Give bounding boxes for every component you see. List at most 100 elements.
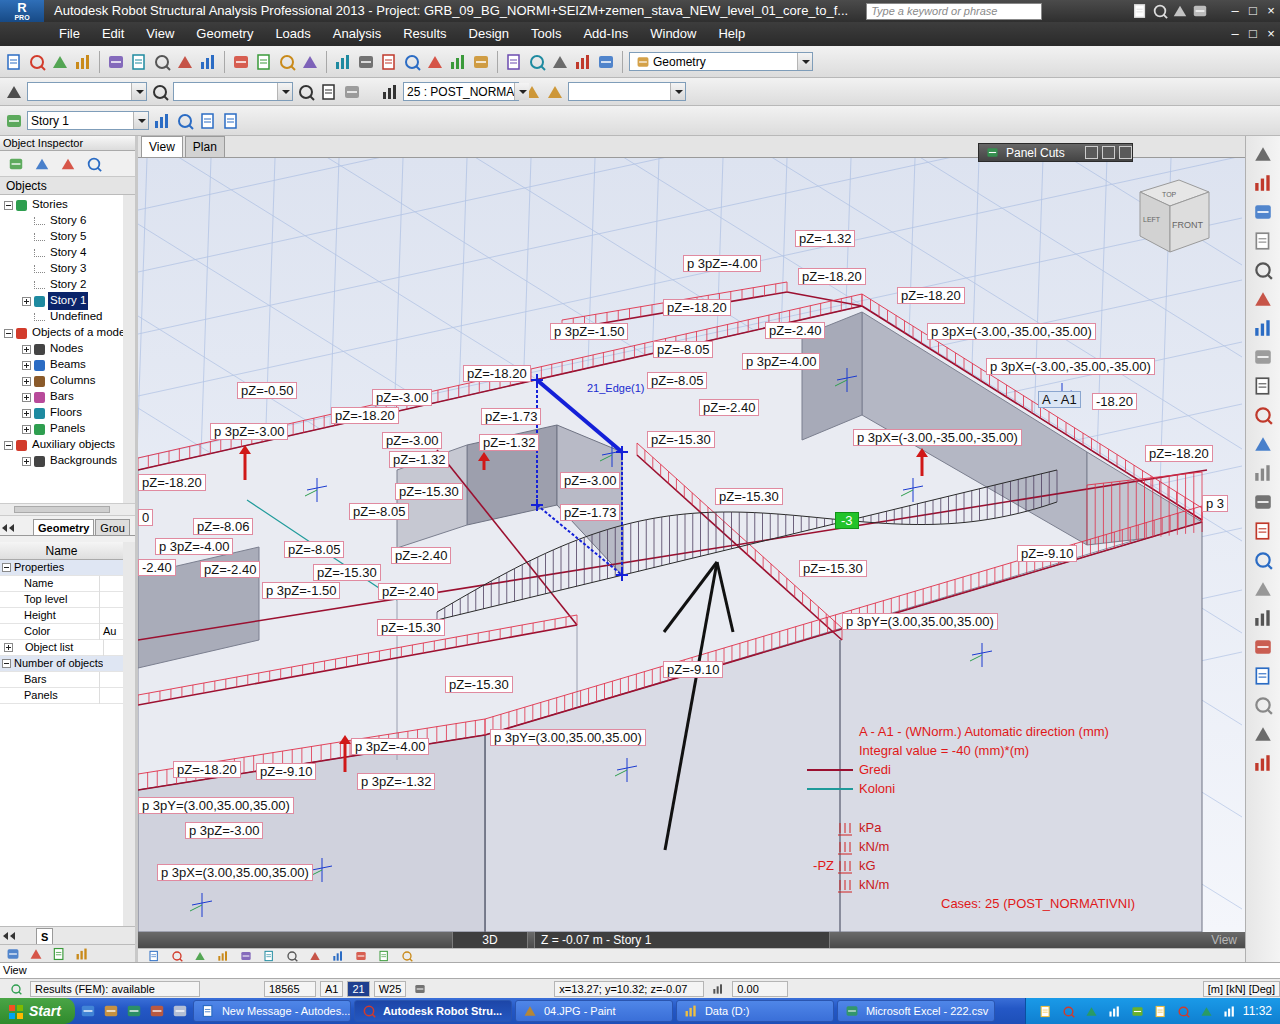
tree-item[interactable]: Backgrounds	[0, 453, 123, 469]
binoculars-icon[interactable]	[1130, 1, 1150, 21]
help-icon[interactable]	[1190, 1, 1210, 21]
structure-tool-icon[interactable]	[1253, 724, 1273, 744]
tray-icon[interactable]	[1059, 1001, 1079, 1021]
inspector-mode-icon[interactable]	[26, 944, 46, 964]
load-label[interactable]: pZ=-15.30	[445, 676, 513, 693]
property-row[interactable]: ColorAu	[0, 624, 123, 640]
load-label[interactable]: pZ=-1.73	[481, 408, 541, 425]
tool-icon[interactable]	[448, 52, 468, 72]
start-button[interactable]: Start	[0, 998, 75, 1024]
tool-icon[interactable]	[152, 52, 172, 72]
menu-item[interactable]: Analysis	[322, 24, 392, 44]
tray-icon[interactable]	[1220, 1001, 1240, 1021]
menu-item[interactable]: Loads	[264, 24, 321, 44]
close-button[interactable]	[1119, 146, 1132, 159]
taskbar-button[interactable]: New Message - Autodes...	[193, 1000, 351, 1022]
structure-tool-icon[interactable]	[1253, 637, 1273, 657]
load-label[interactable]: pZ=-18.20	[463, 365, 531, 382]
tool-icon[interactable]	[550, 52, 570, 72]
tree-item[interactable]: Floors	[0, 405, 123, 421]
expander-icon[interactable]	[22, 345, 31, 354]
tray-icon[interactable]	[1151, 1001, 1171, 1021]
load-label[interactable]: pZ=-18.20	[138, 474, 206, 491]
selected-edge[interactable]	[531, 374, 628, 581]
load-label[interactable]: A - A1	[1038, 391, 1081, 408]
structure-tool-icon[interactable]	[1253, 231, 1273, 251]
tool-icon[interactable]	[73, 52, 93, 72]
expander-icon[interactable]	[4, 643, 13, 652]
load-label[interactable]: pZ=-8.05	[349, 503, 409, 520]
layout-select[interactable]: Geometry	[629, 52, 813, 71]
quick-launch-icon[interactable]	[170, 1001, 190, 1021]
structure-tool-icon[interactable]	[1253, 463, 1273, 483]
app-logo-icon[interactable]: RPRO	[0, 0, 44, 22]
menu-item[interactable]: Add-Ins	[572, 24, 639, 44]
structure-tool-icon[interactable]	[1253, 521, 1273, 541]
tool-icon[interactable]	[402, 52, 422, 72]
load-label[interactable]: pZ=-1.32	[795, 230, 855, 247]
section-icon[interactable]	[319, 82, 339, 102]
load-label[interactable]: pZ=-15.30	[395, 483, 463, 500]
structure-tool-icon[interactable]	[1253, 695, 1273, 715]
inspector-tab[interactable]: Grou	[95, 519, 129, 535]
load-label[interactable]: -18.20	[1092, 393, 1137, 410]
menu-item[interactable]: Tools	[520, 24, 572, 44]
dropdown-arrow-icon[interactable]	[131, 83, 146, 100]
taskbar-button[interactable]: 04.JPG - Paint	[515, 1000, 673, 1022]
node-selection[interactable]	[27, 82, 147, 101]
tray-icon[interactable]	[1197, 1001, 1217, 1021]
tool-icon[interactable]	[129, 52, 149, 72]
load-label[interactable]: pZ=-8.05	[653, 341, 713, 358]
close-button[interactable]: ×	[1262, 1, 1280, 21]
tree-item[interactable]: Beams	[0, 357, 123, 373]
tab-nav-icon[interactable]	[3, 929, 33, 943]
load-label[interactable]: pZ=-2.40	[200, 561, 260, 578]
load-label[interactable]: p 3pZ=-4.00	[351, 738, 429, 755]
tree-item[interactable]: Story 2	[0, 277, 123, 293]
menu-item[interactable]: Edit	[91, 24, 135, 44]
load-label[interactable]: pZ=-8.05	[284, 541, 344, 558]
dropdown-arrow-icon[interactable]	[670, 83, 685, 100]
load-label[interactable]: pZ=-18.20	[331, 407, 399, 424]
tree-item[interactable]: Story 4	[0, 245, 123, 261]
pin-button[interactable]	[1085, 146, 1098, 159]
panel-cuts-window[interactable]: Panel Cuts	[978, 143, 1133, 162]
load-label[interactable]: p 3pZ=-1.50	[550, 323, 628, 340]
structure-tool-icon[interactable]	[1253, 753, 1273, 773]
tree-item[interactable]: Panels	[0, 421, 123, 437]
load-label[interactable]: p 3pX=(-3.00,-35.00,-35.00)	[986, 358, 1155, 375]
tool-icon[interactable]	[504, 52, 524, 72]
load-label[interactable]: pZ=-15.30	[647, 431, 715, 448]
status-field[interactable]: W25	[374, 981, 407, 997]
load-label[interactable]: pZ=-15.30	[799, 560, 867, 577]
view-level[interactable]: Z = -0.07 m - Story 1	[534, 930, 830, 950]
load-label[interactable]: pZ=-1.32	[389, 451, 449, 468]
load-label[interactable]: pZ=-3.00	[560, 472, 620, 489]
load-label[interactable]: p 3pZ=-4.00	[683, 255, 761, 272]
restore-button[interactable]	[1102, 146, 1115, 159]
menu-item[interactable]: Design	[458, 24, 520, 44]
load-case-select[interactable]: 25 : POST_NORMA	[403, 82, 519, 101]
tray-icon[interactable]	[1105, 1001, 1125, 1021]
inspector-tool-icon[interactable]	[6, 154, 26, 174]
property-value[interactable]: Au	[100, 623, 116, 640]
tool-icon[interactable]	[50, 52, 70, 72]
expander-icon[interactable]	[22, 377, 31, 386]
expander-icon[interactable]	[22, 425, 31, 434]
select-icon[interactable]	[4, 82, 24, 102]
inspector-mode-icon[interactable]	[3, 944, 23, 964]
load-label[interactable]: pZ=-1.32	[479, 434, 539, 451]
load-label[interactable]: pZ=-18.20	[1145, 445, 1213, 462]
help-search[interactable]	[866, 3, 1042, 20]
tool-icon[interactable]	[198, 52, 218, 72]
tree-item[interactable]: Undefined	[0, 309, 123, 325]
taskbar-button[interactable]: Autodesk Robot Stru...	[354, 1000, 512, 1022]
dropdown-arrow-icon[interactable]	[797, 53, 812, 70]
inspector-tab[interactable]: S	[36, 928, 53, 944]
load-label[interactable]: pZ=-2.40	[378, 583, 438, 600]
load-label[interactable]: p 3pZ=-4.00	[742, 353, 820, 370]
menu-item[interactable]: Geometry	[185, 24, 264, 44]
view-cube[interactable]: TOPLEFTFRONT	[1140, 180, 1209, 252]
view-tab[interactable]: View	[141, 136, 183, 157]
load-label[interactable]: pZ=-15.30	[715, 488, 783, 505]
